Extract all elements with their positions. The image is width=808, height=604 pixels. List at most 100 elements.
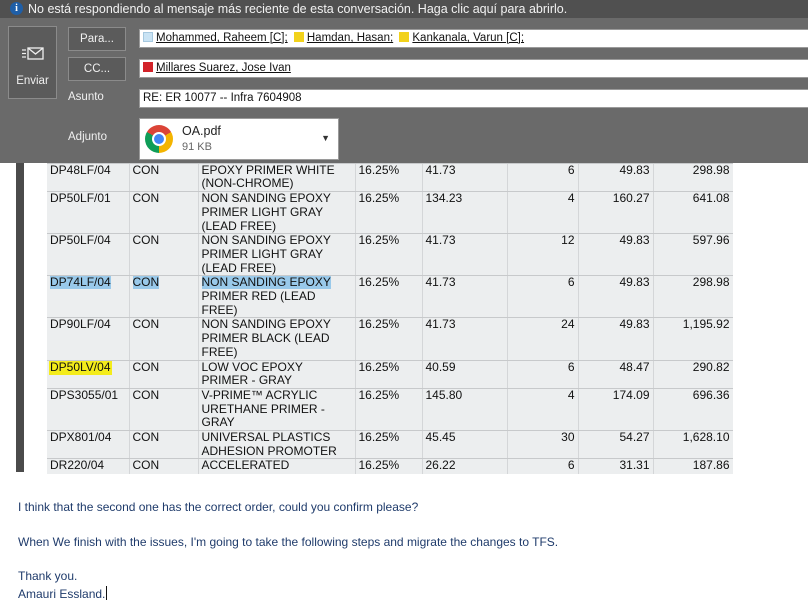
presence-offline-icon	[143, 62, 153, 72]
cell-text: 16.25%	[358, 458, 400, 473]
quoted-table-region: (NON-CHROME)DP48LF/04CONEPOXY PRIMER WHI…	[47, 163, 733, 474]
cell-total: 187.86	[653, 458, 733, 474]
cell-text: PRIMER RED (LEAD FREE)	[201, 289, 316, 317]
cell-code: DP50LF/04	[47, 233, 130, 277]
cell-text: 134.23	[425, 191, 463, 206]
cell-code: DP50LV/04	[47, 360, 130, 389]
subject-field[interactable]: RE: ER 10077 -- Infra 7604908	[139, 89, 808, 108]
cell-text: 4	[567, 388, 575, 402]
cell-text: CON	[132, 458, 160, 473]
product-table: (NON-CHROME)DP48LF/04CONEPOXY PRIMER WHI…	[47, 163, 733, 474]
cell-tax: 16.25%	[355, 317, 423, 361]
cell-text: DP74LF/04	[50, 275, 111, 290]
cell-text: 48.47	[619, 360, 650, 374]
info-icon: i	[10, 2, 23, 15]
cell-text: CON	[132, 317, 160, 332]
table-row: DPS3055/01 CON V-PRIME™ ACRYLIC URETHANE P…	[47, 388, 733, 432]
cell-qty: 30	[507, 430, 579, 460]
cell-price: 41.73	[422, 163, 508, 193]
cell-price: 41.73	[422, 317, 508, 361]
message-line[interactable]: I think that the second one has the corr…	[18, 500, 418, 514]
cell-unit-total: 31.31	[578, 458, 654, 474]
cell-tax: 16.25%	[355, 191, 423, 235]
cell-text: 16.25%	[358, 233, 400, 248]
cell-unit-total: 48.47	[578, 360, 654, 389]
cell-total: 641.08	[653, 191, 733, 235]
message-line[interactable]: Thank you.	[18, 569, 77, 583]
cell-text: 145.80	[425, 388, 463, 402]
cell-text: 696.36	[692, 388, 730, 402]
text-cursor	[106, 586, 108, 600]
cell-text: NON SANDING EPOXY PRIMER LIGHT GRAY (LEA…	[201, 233, 331, 275]
cell-price: 26.22	[422, 458, 508, 474]
cell-text: 49.83	[619, 233, 650, 248]
cell-text: V-PRIME™ ACRYLIC URETHANE PRIMER - GRAY	[201, 388, 325, 430]
to-recipient[interactable]: Kankanala, Varun [C];	[399, 30, 524, 47]
cell-total: 1,628.10	[653, 430, 733, 460]
cell-qty: 4	[507, 191, 579, 235]
send-button[interactable]: Enviar	[8, 26, 57, 99]
cell-text: DPS3055/01	[50, 388, 119, 402]
quote-bar	[16, 163, 24, 472]
cc-field[interactable]: Millares Suarez, Jose Ivan	[139, 59, 808, 78]
cell-total: 696.36	[653, 388, 733, 432]
cell-qty: 6	[507, 163, 579, 193]
cell-qty: 6	[507, 458, 579, 474]
to-button[interactable]: Para...	[68, 27, 126, 51]
chevron-down-icon[interactable]: ▼	[321, 133, 330, 143]
cell-unit-total: 49.83	[578, 233, 654, 277]
attachment-name: OA.pdf	[182, 124, 221, 138]
recipient-name: Millares Suarez, Jose Ivan	[156, 62, 291, 74]
presence-away-icon	[293, 32, 304, 42]
send-envelope-icon	[22, 47, 44, 60]
cell-text: 41.73	[425, 163, 456, 177]
cell-text: ACCELERATED REDUCER	[201, 458, 290, 474]
cell-description: UNIVERSAL PLASTICS ADHESION PROMOTER	[198, 430, 356, 460]
presence-unknown-icon	[143, 32, 153, 42]
cell-text: 54.27	[619, 430, 650, 445]
cell-text: CON	[132, 275, 160, 290]
cell-type: CON	[129, 275, 199, 319]
cell-text: DP90LF/04	[50, 317, 111, 332]
cell-total: 1,195.92	[653, 317, 733, 361]
message-line[interactable]: When We finish with the issues, I'm goin…	[18, 535, 558, 549]
cell-code: DP50LF/01	[47, 191, 130, 235]
cell-text: CON	[132, 163, 160, 177]
cell-price: 41.73	[422, 233, 508, 277]
subject-label: Asunto	[68, 91, 104, 103]
cell-text: DR220/04	[50, 458, 105, 473]
cell-total: 298.98	[653, 163, 733, 193]
cell-description: NON SANDING EPOXY PRIMER RED (LEAD FREE)	[198, 275, 356, 319]
cell-price: 145.80	[422, 388, 508, 432]
cell-total: 298.98	[653, 275, 733, 319]
cc-recipient[interactable]: Millares Suarez, Jose Ivan	[143, 60, 291, 77]
attachment-item[interactable]: OA.pdf 91 KB ▼	[139, 118, 339, 160]
presence-away-icon	[399, 32, 410, 42]
to-field[interactable]: Mohammed, Raheem [C]; Hamdan, Hasan; Kan…	[139, 29, 808, 48]
cell-code: DP90LF/04	[47, 317, 130, 361]
cell-type: CON	[129, 458, 199, 474]
cell-code: DP48LF/04	[47, 163, 130, 193]
to-recipient[interactable]: Mohammed, Raheem [C];	[143, 30, 288, 47]
cell-text: 16.25%	[358, 360, 400, 374]
cell-text: CON	[132, 191, 160, 206]
cell-type: CON	[129, 388, 199, 432]
cell-text: CON	[132, 360, 160, 374]
cell-price: 41.73	[422, 275, 508, 319]
subject-text: RE: ER 10077 -- Infra 7604908	[143, 92, 302, 104]
cell-text: DP50LV/04	[50, 360, 111, 374]
conversation-infobar[interactable]: i No está respondiendo al mensaje más re…	[0, 0, 808, 18]
cell-description: NON SANDING EPOXY PRIMER LIGHT GRAY (LEA…	[198, 233, 356, 277]
cell-text: 16.25%	[358, 163, 400, 177]
cell-text: 597.96	[692, 233, 730, 248]
cell-text: 26.22	[425, 458, 456, 473]
cell-text: 16.25%	[358, 430, 400, 445]
to-recipient[interactable]: Hamdan, Hasan;	[293, 30, 393, 47]
cell-text: 1,628.10	[682, 430, 730, 445]
message-signature[interactable]: Amauri Essland.	[18, 586, 108, 601]
cc-button[interactable]: CC...	[68, 57, 126, 81]
infobar-text[interactable]: No está respondiendo al mensaje más reci…	[28, 0, 567, 18]
cell-qty: 4	[507, 388, 579, 432]
cell-qty: 12	[507, 233, 579, 277]
table-row: DP90LF/04 CON NON SANDING EPOXY PRIMER BLA…	[47, 317, 733, 361]
